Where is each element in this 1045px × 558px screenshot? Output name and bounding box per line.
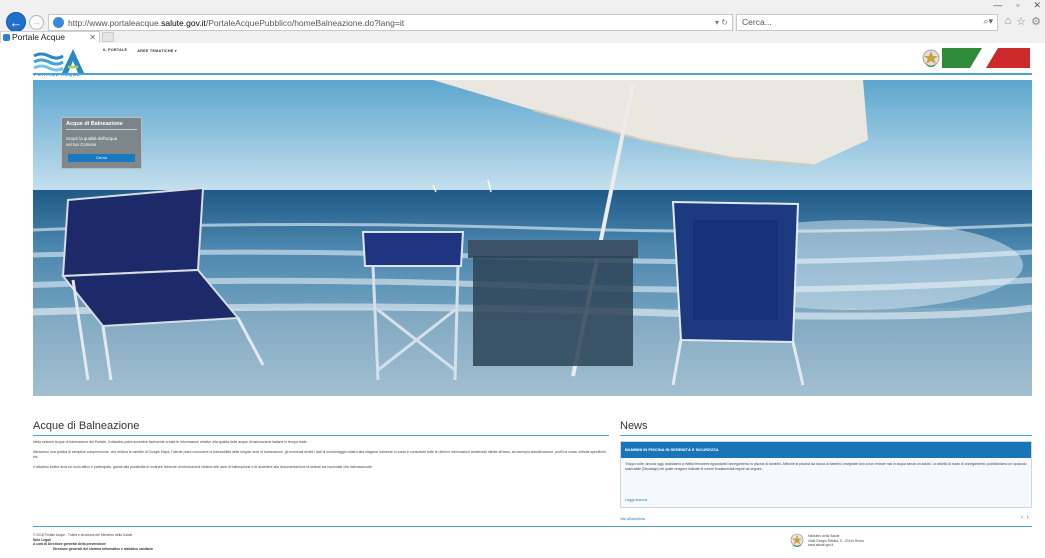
nav-aree-tematiche[interactable]: AREE TEMATICHE ▾ (137, 48, 177, 53)
republic-emblem-icon (790, 533, 804, 547)
url-text: http://www.portaleacque.salute.gov.it/Po… (68, 17, 405, 28)
forward-button[interactable]: → (29, 15, 44, 30)
search-icon[interactable]: ⌕▾ (983, 16, 993, 27)
site-icon (53, 17, 64, 28)
arrow-left-icon: ← (9, 15, 23, 30)
news-title: News (620, 420, 648, 432)
page-title: Acque di Balneazione (33, 420, 140, 432)
news-divider (620, 435, 1032, 436)
portale-acque-logo[interactable] (33, 47, 87, 75)
news-card: BAMBINI IN PISCINA IN SERENITÀ E SICUREZ… (620, 441, 1032, 508)
title-divider (33, 435, 609, 436)
close-tab-icon[interactable]: ✕ (89, 32, 96, 43)
address-bar[interactable]: http://www.portaleacque.salute.gov.it/Po… (48, 14, 733, 31)
news-headline[interactable]: BAMBINI IN PISCINA IN SERENITÀ E SICUREZ… (621, 442, 1031, 458)
header-divider (33, 73, 1032, 75)
nav-il-portale[interactable]: IL PORTALE (103, 48, 127, 53)
footer-right: Ministero della Salute Viale Giorgio Rib… (808, 534, 864, 548)
news-body: Troppo volte, ancora oggi, assistiamo a … (625, 462, 1027, 471)
footer-credit-2[interactable]: Direzione generale del sistema informati… (33, 547, 153, 552)
maximize-icon[interactable]: ▫ (1016, 0, 1019, 14)
description-paragraph: Attraverso una grafica di semplice compr… (33, 450, 607, 459)
favicon-icon (3, 34, 10, 41)
hero-search-box: Acque di Balneazione Scopri la qualità d… (61, 117, 142, 169)
participation-paragraph: Il cittadino inoltre avrà un ruolo attiv… (33, 465, 373, 469)
intro-paragraph: Nella sezione Acque di balneazione del P… (33, 440, 308, 444)
browser-chrome: — ▫ ✕ ← → http://www.portaleacque.salute… (0, 0, 1045, 43)
back-button[interactable]: ← (6, 12, 26, 32)
search-button[interactable]: Cerca (68, 154, 135, 162)
new-tab-button[interactable] (102, 32, 114, 42)
beach-scene-image (33, 80, 1032, 396)
news-carousel-arrows[interactable]: ‹ › (1021, 515, 1030, 521)
read-more-link[interactable]: Leggi ancora (625, 498, 647, 502)
gear-icon[interactable]: ⚙ (1031, 15, 1041, 28)
ministry-logo[interactable] (922, 45, 1032, 71)
main-nav: IL PORTALE AREE TEMATICHE ▾ (103, 48, 177, 53)
footer-divider (33, 526, 1032, 527)
hero-image: Acque di Balneazione Scopri la qualità d… (33, 80, 1032, 396)
star-icon[interactable]: ☆ (1016, 15, 1026, 28)
hero-box-text: Scopri la qualità dell'acqua nel tuo Com… (66, 136, 117, 147)
window-controls: — ▫ ✕ (993, 0, 1041, 14)
close-window-icon[interactable]: ✕ (1033, 0, 1041, 14)
footer-website-link[interactable]: www.salute.gov.it (808, 543, 864, 548)
tab-portale-acque[interactable]: Portale Acque ✕ (0, 31, 100, 43)
home-icon[interactable]: ⌂ (1005, 15, 1012, 28)
news-archive-link[interactable]: Vai all'archivio (620, 516, 645, 521)
tab-bar: Portale Acque ✕ (0, 31, 1045, 43)
hero-box-title: Acque di Balneazione (66, 121, 137, 130)
arrow-right-icon: → (32, 17, 41, 27)
browser-search-input[interactable]: Cerca... ⌕▾ (736, 14, 998, 31)
refresh-icon[interactable]: ▾ ↻ (715, 18, 728, 27)
browser-toolbar: ⌂ ☆ ⚙ (1005, 15, 1041, 28)
footer-left: © 2018 Portale Acque - Tutela e sicurezz… (33, 533, 153, 551)
minimize-icon[interactable]: — (993, 0, 1002, 14)
